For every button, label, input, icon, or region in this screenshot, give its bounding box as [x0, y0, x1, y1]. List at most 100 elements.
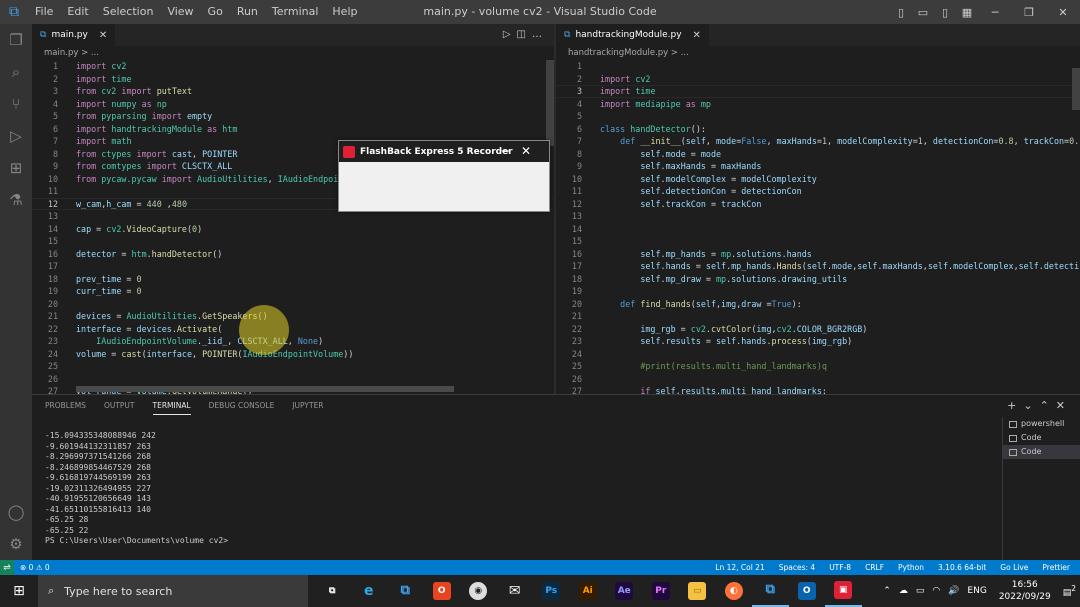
file-explorer-icon[interactable]: ▭ [679, 575, 716, 607]
premiere-icon[interactable]: Pr [643, 575, 680, 607]
new-terminal-icon[interactable]: + [1007, 399, 1023, 412]
menu-file[interactable]: File [28, 0, 60, 24]
code-line[interactable]: 20 def find_hands(self,img,draw =True): [556, 298, 1080, 311]
language-indicator[interactable]: ENG [963, 586, 990, 596]
code-line[interactable]: 22 img_rgb = cv2.cvtColor(img,cv2.COLOR_… [556, 323, 1080, 336]
tab-terminal[interactable]: TERMINAL [152, 398, 191, 415]
terminal-item-code[interactable]: Code [1003, 431, 1080, 445]
tab-main-py[interactable]: ⧉ main.py ✕ [32, 24, 116, 46]
code-line[interactable]: 10 self.modelComplex = modelComplexity [556, 173, 1080, 186]
run-file-icon[interactable]: ▷ [503, 29, 517, 40]
menu-edit[interactable]: Edit [60, 0, 95, 24]
toggle-panel-icon[interactable]: ▭ [912, 6, 934, 19]
prettier-button[interactable]: Prettier [1042, 563, 1070, 572]
search-icon[interactable]: ⌕ [0, 56, 32, 88]
code-line[interactable]: 24 [556, 348, 1080, 361]
run-debug-icon[interactable]: ▷ [0, 120, 32, 152]
taskbar-clock[interactable]: 16:56 2022/09/29 [991, 579, 1059, 603]
code-line[interactable]: 17 self.hands = self.mp_hands.Hands(self… [556, 260, 1080, 273]
code-line[interactable]: 6 class handDetector(): [556, 123, 1080, 136]
vertical-scrollbar[interactable] [546, 60, 554, 146]
flashback-minimize-button[interactable]: ─ [502, 144, 521, 158]
code-line[interactable]: 5 [556, 110, 1080, 123]
account-icon[interactable]: ◯ [0, 496, 32, 528]
vscode-taskbar-icon[interactable]: ⧉ [387, 575, 424, 607]
flashback-close-button[interactable]: ✕ [521, 144, 543, 158]
battery-icon[interactable]: ▭ [912, 586, 929, 596]
code-line[interactable]: 23 self.results = self.hands.process(img… [556, 335, 1080, 348]
code-line[interactable]: 7 def __init__(self, mode=False, maxHand… [556, 135, 1080, 148]
after-effects-icon[interactable]: Ae [606, 575, 643, 607]
terminal-item-powershell[interactable]: powershell [1003, 417, 1080, 431]
notification-center-icon[interactable]: ▤2 [1059, 584, 1080, 598]
code-line[interactable]: 4 import mediapipe as mp [556, 98, 1080, 111]
maximize-panel-icon[interactable]: ⌃ [1040, 399, 1056, 412]
show-hidden-icons-icon[interactable]: ⌃ [879, 586, 895, 596]
problems-count[interactable]: ⊗ 0 ⚠ 0 [20, 563, 50, 572]
menu-selection[interactable]: Selection [96, 0, 161, 24]
code-line[interactable]: 1 [556, 60, 1080, 73]
terminal-dropdown-icon[interactable]: ⌄ [1023, 399, 1039, 412]
toggle-secondary-sidebar-icon[interactable]: ▯ [934, 6, 956, 19]
code-line[interactable]: 25 #print(results.multi_hand_landmarks)q [556, 360, 1080, 373]
menu-view[interactable]: View [160, 0, 200, 24]
onedrive-icon[interactable]: ☁ [895, 586, 912, 596]
tab-output[interactable]: OUTPUT [104, 395, 135, 417]
indentation[interactable]: Spaces: 4 [779, 563, 815, 572]
code-line[interactable]: 12 self.trackCon = trackCon [556, 198, 1080, 211]
settings-gear-icon[interactable]: ⚙ [0, 528, 32, 560]
code-line[interactable]: 16 self.mp_hands = mp.solutions.hands [556, 248, 1080, 261]
split-editor-icon[interactable]: ◫ [517, 29, 532, 40]
code-line[interactable]: 19 [556, 285, 1080, 298]
menu-go[interactable]: Go [201, 0, 230, 24]
horizontal-scrollbar[interactable] [76, 386, 454, 392]
mail-icon[interactable]: ✉ [497, 575, 534, 607]
code-line[interactable]: 26 [556, 373, 1080, 386]
more-actions-icon[interactable]: … [532, 29, 548, 40]
cursor-position[interactable]: Ln 12, Col 21 [715, 563, 764, 572]
vertical-scrollbar[interactable] [1072, 68, 1080, 110]
network-icon[interactable]: ◠ [928, 586, 944, 596]
taskbar-search-box[interactable]: ⌕ Type here to search [38, 575, 308, 607]
code-line[interactable]: 14 [556, 223, 1080, 236]
code-line[interactable]: 2 import cv2 [556, 73, 1080, 86]
photoshop-icon[interactable]: Ps [533, 575, 570, 607]
outlook-icon[interactable]: O [789, 575, 826, 607]
code-line[interactable]: 9 self.maxHands = maxHands [556, 160, 1080, 173]
close-window-button[interactable]: ✕ [1046, 6, 1080, 19]
code-line[interactable]: 11 self.detectionCon = detectionCon [556, 185, 1080, 198]
breadcrumb[interactable]: main.py > ... [32, 46, 554, 60]
customize-layout-icon[interactable]: ▦ [956, 6, 978, 19]
menu-terminal[interactable]: Terminal [265, 0, 326, 24]
edge-icon[interactable]: e [351, 575, 388, 607]
code-line[interactable]: 15 [556, 235, 1080, 248]
breadcrumb[interactable]: handtrackingModule.py > ... [556, 46, 1080, 60]
explorer-icon[interactable]: ❐ [0, 24, 32, 56]
flashback-taskbar-icon[interactable]: ▣ [825, 575, 862, 607]
terminal-output[interactable]: -15.094335348088946 242 -9.60194413231185… [45, 431, 228, 547]
encoding[interactable]: UTF-8 [829, 563, 851, 572]
extensions-icon[interactable]: ⊞ [0, 152, 32, 184]
menu-run[interactable]: Run [230, 0, 265, 24]
close-tab-icon[interactable]: ✕ [99, 30, 107, 41]
go-live-button[interactable]: Go Live [1000, 563, 1028, 572]
firefox-icon[interactable]: ◐ [716, 575, 753, 607]
tab-jupyter[interactable]: JUPYTER [292, 395, 323, 417]
language-mode[interactable]: Python [898, 563, 924, 572]
line-ending[interactable]: CRLF [865, 563, 884, 572]
illustrator-icon[interactable]: Ai [570, 575, 607, 607]
close-panel-icon[interactable]: ✕ [1056, 399, 1072, 412]
code-line[interactable]: 8 self.mode = mode [556, 148, 1080, 161]
task-view-icon[interactable]: ⧉ [314, 575, 351, 607]
close-tab-icon[interactable]: ✕ [693, 30, 701, 41]
tab-handtrackingmodule-py[interactable]: ⧉ handtrackingModule.py ✕ [556, 24, 709, 46]
minimize-button[interactable]: ─ [978, 6, 1012, 19]
vscode-running-icon[interactable]: ⧉ [752, 575, 789, 607]
code-line[interactable]: 3 import time [556, 85, 1080, 98]
office-icon[interactable]: O [424, 575, 461, 607]
obs-icon[interactable]: ◉ [460, 575, 497, 607]
code-line[interactable]: 13 [556, 210, 1080, 223]
remote-indicator-icon[interactable]: ⇌ [0, 560, 14, 575]
restore-button[interactable]: ❐ [1012, 6, 1046, 19]
source-control-icon[interactable]: ⑂ [0, 88, 32, 120]
